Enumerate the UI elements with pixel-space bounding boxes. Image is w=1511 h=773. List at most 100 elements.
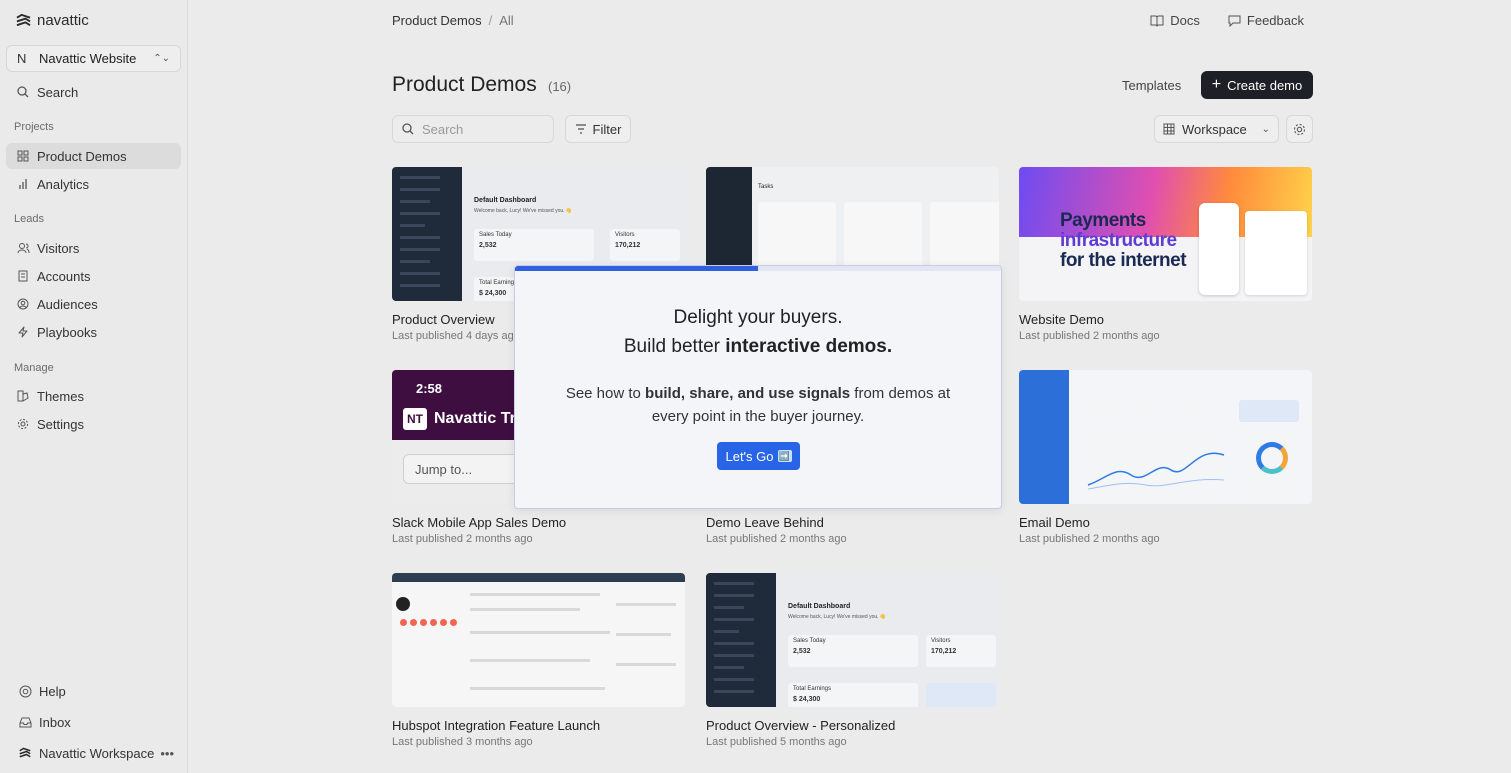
breadcrumb-item[interactable]: Product Demos [392,13,482,28]
thumb-value: 170,212 [931,648,957,655]
docs-link[interactable]: Docs [1150,13,1200,28]
sidebar-search[interactable]: Search [6,79,181,105]
lets-go-button[interactable]: Let's Go ➡️ [717,442,800,470]
sidebar-item-accounts[interactable]: Accounts [6,263,181,289]
demo-card-title[interactable]: Website Demo [1019,312,1312,327]
thumb-stat-card [1173,400,1213,422]
breadcrumb-separator: / [488,13,493,28]
demo-card-title[interactable]: Hubspot Integration Feature Launch [392,718,685,733]
message-icon [1228,15,1241,27]
thumb-workspace-avatar: NT [403,408,427,430]
modal-heading-line2: Build better interactive demos. [515,336,1001,358]
navattic-logo-icon [16,13,31,27]
feedback-link[interactable]: Feedback [1228,13,1304,28]
table-icon [1163,123,1175,135]
chevron-down-icon: ⌄ [1261,123,1270,135]
demo-card-subtitle: Last published 2 months ago [392,533,533,545]
sidebar-search-label: Search [37,84,79,100]
thumb-visitors-card: Visitors 170,212 [926,635,996,667]
thumb-line [470,659,590,662]
demo-card[interactable]: Payments infrastructure for the internet… [1019,167,1312,342]
create-demo-label: Create demo [1227,77,1303,93]
section-label-projects: Projects [14,121,54,133]
create-demo-button[interactable]: + Create demo [1201,71,1313,99]
filter-button[interactable]: Filter [565,115,631,143]
demo-card-title[interactable]: Slack Mobile App Sales Demo [392,515,685,530]
modal-body-prefix: See how to [565,385,646,402]
thumb-value: 2,532 [479,242,497,249]
thumb-headline-line: Payments [1060,210,1146,231]
docs-label: Docs [1170,13,1200,28]
lightning-icon [16,325,30,339]
demo-card-title[interactable]: Email Demo [1019,515,1312,530]
thumb-phone-mockup [1199,203,1239,295]
modal-body-text: See how to build, share, and use signals… [555,382,961,428]
sidebar-item-label: Playbooks [37,324,97,340]
brand-logo[interactable]: navattic [16,12,89,29]
thumb-line [616,633,671,636]
arrow-right-icon: ➡️ [777,450,792,462]
sidebar-item-audiences[interactable]: Audiences [6,291,181,317]
demo-card[interactable]: Email Demo Last published 2 months ago [1019,370,1312,545]
workspace-switcher-label: Navattic Website [39,51,137,66]
demo-thumbnail[interactable] [392,573,685,707]
thumb-pending-card [926,683,996,707]
thumb-line [470,593,600,596]
modal-body-bold: build, share, and use signals [645,385,851,402]
sidebar-item-visitors[interactable]: Visitors [6,235,181,261]
section-label-manage: Manage [14,362,54,374]
sidebar-item-themes[interactable]: Themes [6,383,181,409]
workspace-switcher[interactable]: N Navattic Website ⌃⌄ [6,45,181,72]
thumb-donut-chart [1256,442,1288,474]
workspace-initial: N [17,51,27,66]
demo-thumbnail[interactable] [1019,370,1312,504]
breadcrumb-item[interactable]: All [499,13,513,28]
demo-count: (16) [548,79,572,94]
building-icon [16,269,30,283]
thumb-line [470,687,605,690]
page-title: Product Demos [392,73,537,96]
thumb-panel-mockup [1245,211,1307,295]
sidebar-item-playbooks[interactable]: Playbooks [6,319,181,345]
lifebuoy-icon [18,684,32,698]
sidebar-item-help[interactable]: Help [8,678,183,704]
workspace-select[interactable]: Workspace ⌄ [1154,115,1279,143]
more-icon[interactable]: ••• [160,746,174,761]
demo-card-subtitle: Last published 2 months ago [1019,330,1160,342]
navattic-logo-icon [18,746,32,760]
sidebar-item-settings[interactable]: Settings [6,411,181,437]
demo-card-title[interactable]: Product Overview - Personalized [706,718,999,733]
thumb-sidebar [1019,370,1069,504]
thumb-label: Total Earnings [479,280,518,286]
thumb-label: Total Earnings [793,686,832,692]
thumb-welcome: Welcome back, Lucy! We've missed you. 👋 [788,614,887,620]
sidebar-item-analytics[interactable]: Analytics [6,171,181,197]
chevron-updown-icon: ⌃⌄ [153,53,170,64]
thumb-avatar [396,597,410,611]
thumb-time: 2:58 [416,381,443,396]
sidebar-item-inbox[interactable]: Inbox [8,709,183,735]
modal-progress-fill [515,266,758,271]
grid-icon [16,149,30,163]
thumb-pane [1069,370,1312,504]
demo-thumbnail[interactable]: Payments infrastructure for the internet [1019,167,1312,301]
palette-icon [16,389,30,403]
thumb-stat-card [1127,400,1167,422]
thumb-sidebar [706,573,776,707]
sidebar-workspace-footer[interactable]: Navattic Workspace ••• [8,740,183,766]
demo-thumbnail[interactable]: Default Dashboard Welcome back, Lucy! We… [706,573,999,707]
gear-icon [16,417,30,431]
feedback-label: Feedback [1246,13,1304,28]
view-settings-button[interactable] [1286,115,1313,143]
demo-card-title[interactable]: Demo Leave Behind [706,515,999,530]
templates-button[interactable]: Templates [1122,78,1181,93]
thumb-label: Visitors [931,638,951,644]
thumb-workspace-name: NT Navattic Tra [403,408,525,430]
demo-card[interactable]: Hubspot Integration Feature Launch Last … [392,573,685,748]
search-input[interactable]: Search [392,115,554,143]
demo-card[interactable]: Default Dashboard Welcome back, Lucy! We… [706,573,999,748]
brand-name: navattic [37,12,89,29]
thumb-label: Sales Today [793,638,826,644]
sidebar-item-product-demos[interactable]: Product Demos [6,143,181,169]
thumb-column [844,202,922,272]
